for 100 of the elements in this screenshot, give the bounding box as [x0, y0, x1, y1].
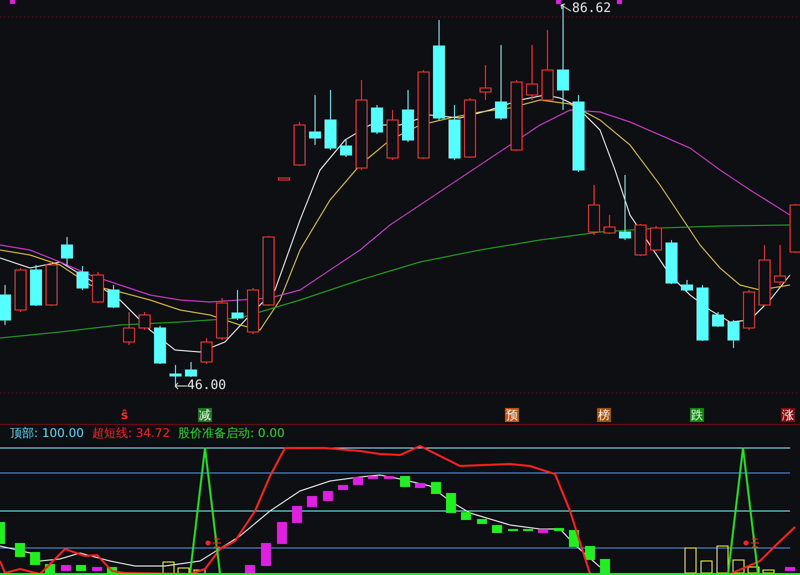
candlestick — [371, 104, 383, 134]
indicator-bar — [585, 546, 595, 560]
candlestick — [758, 244, 770, 306]
candlestick — [728, 320, 740, 348]
candlestick — [542, 30, 554, 102]
candlestick — [743, 290, 755, 330]
signal-marker — [212, 538, 222, 548]
indicator-bar — [15, 543, 25, 557]
candlestick — [30, 264, 42, 306]
candlestick — [386, 110, 398, 160]
candlestick — [294, 122, 306, 166]
marker — [10, 0, 15, 4]
volume-bar — [178, 568, 190, 575]
signal-badge: 涨 — [781, 408, 795, 422]
indicator-bar — [0, 522, 5, 544]
candlestick — [61, 236, 73, 266]
volume-bar — [732, 560, 744, 574]
signal-marker — [206, 540, 210, 546]
indicator-bar — [307, 496, 317, 507]
candlestick — [123, 312, 135, 346]
indicator-value: 顶部: 100.00 — [10, 424, 84, 442]
volume-bar — [716, 546, 728, 574]
candlestick — [340, 140, 352, 158]
candlestick — [154, 326, 166, 364]
candlestick — [278, 178, 290, 180]
candlestick — [634, 224, 646, 256]
indicator-bar — [508, 529, 518, 531]
indicator-value: 股价准备启动: 0.00 — [178, 424, 285, 442]
indicator-bar — [384, 476, 394, 479]
indicator-bar — [76, 565, 86, 571]
indicator-bar — [461, 512, 471, 520]
signal-marker — [750, 538, 760, 548]
signal-label: ŝ — [120, 408, 130, 422]
volume-bar — [762, 570, 774, 574]
signal-badge: 预 — [505, 408, 519, 422]
candlestick — [46, 262, 58, 306]
indicator-bar — [30, 552, 40, 565]
indicator-bar — [446, 493, 456, 513]
candlestick — [402, 90, 414, 142]
indicator-bar — [538, 529, 548, 533]
indicator-bar — [431, 482, 441, 494]
candlestick — [666, 240, 678, 284]
arrow-icon — [560, 3, 572, 13]
candlestick — [247, 288, 259, 334]
candlestick — [790, 204, 800, 254]
volume-bar — [748, 566, 760, 574]
price-label: 86.62 — [572, 1, 612, 16]
candlestick — [619, 174, 631, 240]
candlestick — [200, 338, 212, 364]
candlestick — [309, 94, 321, 146]
candlestick — [108, 284, 120, 308]
candlestick — [712, 312, 724, 328]
candlestick — [464, 98, 476, 158]
candlestick — [480, 64, 492, 100]
candlestick — [138, 312, 150, 330]
candlestick — [696, 284, 708, 342]
signal-badge: 减 — [198, 408, 212, 422]
candlestick — [650, 226, 662, 252]
indicator-bar — [554, 528, 564, 531]
candlestick — [604, 214, 616, 234]
candlestick — [92, 272, 104, 304]
candlestick — [324, 90, 336, 150]
signal-marker — [744, 540, 748, 546]
indicator-bar — [785, 567, 795, 571]
candlestick — [170, 364, 182, 386]
candlestick — [232, 290, 244, 320]
indicator-bar — [523, 529, 533, 531]
volume-bar — [684, 548, 696, 574]
indicator-bar — [323, 491, 333, 501]
indicator-bar — [277, 522, 287, 544]
volume-bar — [700, 560, 712, 574]
indicator-value: 超短线: 34.72 — [92, 424, 170, 442]
indicator-bar — [61, 565, 71, 571]
indicator-bar — [415, 483, 425, 488]
indicator-bar — [92, 567, 102, 571]
signal-badge: 榜 — [597, 408, 611, 422]
candlestick — [185, 362, 197, 378]
candlestick — [448, 104, 460, 160]
price-label: 46.00 — [187, 378, 226, 393]
candlestick — [216, 298, 228, 340]
candlestick — [14, 268, 26, 312]
volume-bar — [162, 562, 174, 575]
signal-badge: 跌 — [690, 408, 704, 422]
candlestick — [76, 266, 88, 290]
candlestick — [510, 80, 522, 152]
candlestick — [588, 184, 600, 236]
marker — [556, 0, 561, 4]
indicator-bar — [353, 477, 363, 485]
volume-bar — [194, 570, 206, 575]
arrow-icon — [174, 382, 188, 390]
indicator-bar — [292, 506, 302, 523]
candlestick — [774, 244, 786, 286]
candlestick — [526, 44, 538, 100]
indicator-bar — [477, 519, 487, 524]
indicator-bar — [338, 485, 348, 490]
indicator-bar — [492, 525, 502, 533]
candlestick — [262, 236, 274, 306]
candlestick — [681, 280, 693, 292]
indicator-bar — [261, 543, 271, 566]
candlestick — [0, 284, 11, 326]
